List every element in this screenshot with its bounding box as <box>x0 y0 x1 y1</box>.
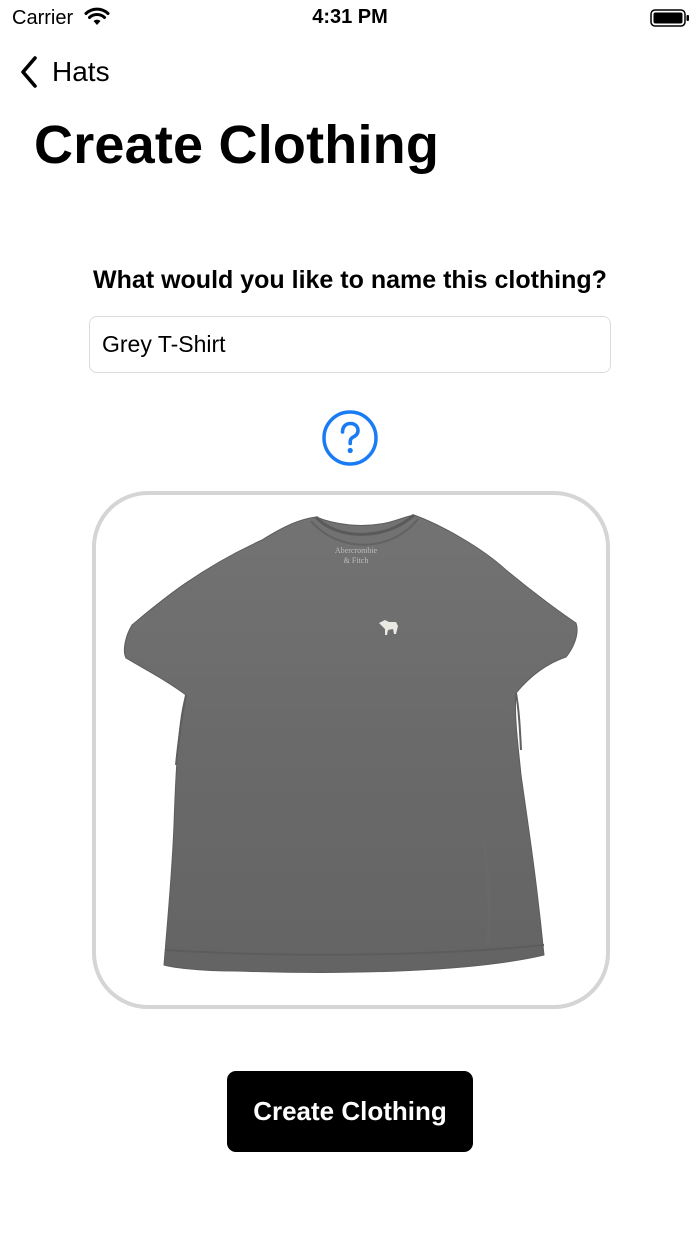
question-circle-icon <box>322 410 378 466</box>
tshirt-photo: Abercrombie & Fitch <box>123 513 578 973</box>
create-clothing-button[interactable]: Create Clothing <box>227 1071 473 1152</box>
name-prompt: What would you like to name this clothin… <box>93 266 607 294</box>
clothing-name-input[interactable] <box>89 316 611 373</box>
battery-icon <box>650 9 689 27</box>
page-title: Create Clothing <box>34 115 440 175</box>
back-label: Hats <box>52 56 110 87</box>
back-button[interactable]: Hats <box>18 52 110 92</box>
help-button[interactable] <box>320 408 380 468</box>
status-time: 4:31 PM <box>312 6 388 28</box>
clothing-image-frame[interactable]: Abercrombie & Fitch <box>92 491 610 1009</box>
chevron-left-icon <box>21 56 37 88</box>
status-bar: Carrier 4:31 PM <box>0 0 700 36</box>
svg-text:Abercrombie: Abercrombie <box>335 546 378 555</box>
svg-text:& Fitch: & Fitch <box>344 556 369 565</box>
